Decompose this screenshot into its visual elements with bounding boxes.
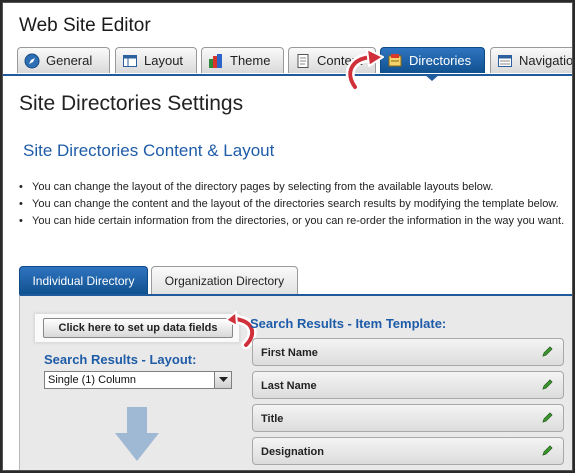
directory-icon (387, 53, 403, 69)
active-tab-pointer (424, 74, 440, 81)
list-item: • You can change the content and the layo… (19, 198, 559, 210)
layout-select[interactable]: Single (1) Column (44, 371, 232, 389)
arrow-down-icon (115, 407, 159, 461)
layout-label: Search Results - Layout: (44, 352, 197, 367)
layout-icon (122, 53, 138, 69)
list-item: • You can change the layout of the direct… (19, 181, 494, 193)
field-row-designation[interactable]: Designation (252, 437, 564, 465)
tab-label: Navigation (519, 53, 573, 68)
tab-label: Theme (230, 53, 271, 68)
setup-button-frame: Click here to set up data fields (34, 313, 240, 343)
directory-panel: Individual Directory Organization Direct… (19, 266, 572, 470)
chevron-down-icon[interactable] (214, 372, 231, 388)
editor-window: Web Site Editor General Layout Theme Con… (2, 2, 573, 471)
callout-arrow-icon (345, 48, 384, 92)
app-title: Web Site Editor (19, 15, 151, 36)
palette-icon (208, 53, 224, 69)
list-item: • You can hide certain information from t… (19, 215, 565, 227)
tab-theme[interactable]: Theme (201, 47, 284, 73)
panel-body: Click here to set up data fields Search … (19, 294, 572, 470)
navigation-icon (497, 53, 513, 69)
field-row-last-name[interactable]: Last Name (252, 371, 564, 399)
field-row-first-name[interactable]: First Name (252, 338, 564, 366)
tab-navigation[interactable]: Navigation (490, 47, 573, 73)
pencil-icon[interactable] (541, 412, 553, 424)
document-icon (295, 53, 311, 69)
pencil-icon[interactable] (541, 346, 553, 358)
pencil-icon[interactable] (541, 379, 553, 391)
tab-individual-directory[interactable]: Individual Directory (19, 266, 148, 294)
tab-label: Directories (409, 53, 472, 68)
tab-label: General (46, 53, 93, 68)
compass-icon (24, 53, 40, 69)
tab-label: Layout (144, 53, 184, 68)
section-title: Site Directories Content & Layout (23, 141, 275, 160)
setup-data-fields-button[interactable]: Click here to set up data fields (43, 318, 233, 338)
field-row-title[interactable]: Title (252, 404, 564, 432)
item-template-title: Search Results - Item Template: (250, 316, 447, 331)
tab-directories[interactable]: Directories (380, 47, 485, 73)
tab-organization-directory[interactable]: Organization Directory (151, 266, 298, 294)
tab-layout[interactable]: Layout (115, 47, 197, 73)
instructions-list: • You can change the layout of the direct… (19, 181, 572, 232)
pencil-icon[interactable] (541, 445, 553, 457)
page-title: Site Directories Settings (19, 92, 244, 115)
layout-select-value: Single (1) Column (48, 374, 137, 386)
tab-general[interactable]: General (17, 47, 110, 73)
main-tab-bar: General Layout Theme Content Directories (3, 47, 572, 76)
